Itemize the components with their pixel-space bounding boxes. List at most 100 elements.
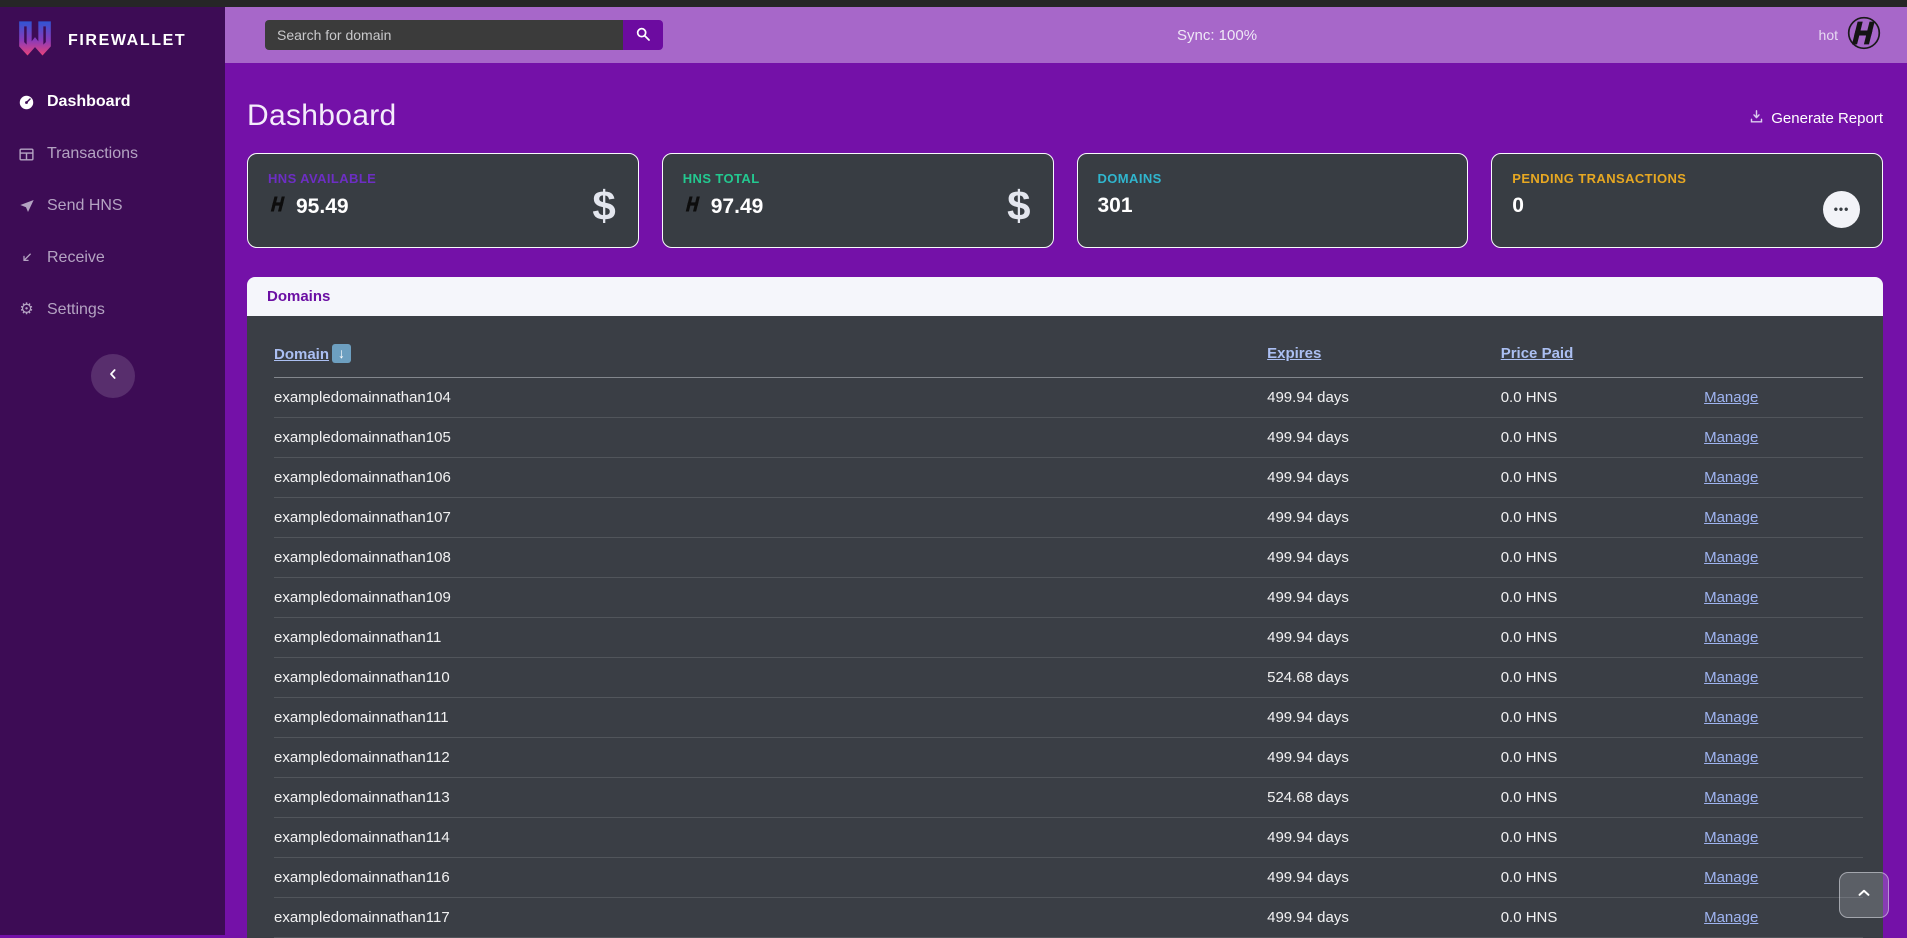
expires-cell: 499.94 days [1267,498,1501,538]
card-value: 0 [1512,194,1686,218]
page-head: Dashboard Generate Report [247,63,1883,133]
search-input[interactable] [265,20,623,50]
stat-cards: HNS AVAILABLE 95.49 $ [247,153,1883,248]
manage-link[interactable]: Manage [1704,789,1758,806]
topbar: Sync: 100% hot [225,7,1907,63]
table-icon [17,146,36,163]
manage-link[interactable]: Manage [1704,669,1758,686]
expires-cell: 499.94 days [1267,578,1501,618]
manage-link[interactable]: Manage [1704,829,1758,846]
table-row: exampledomainnathan104 499.94 days 0.0 H… [274,378,1863,418]
manage-link[interactable]: Manage [1704,589,1758,606]
table-row: exampledomainnathan107 499.94 days 0.0 H… [274,498,1863,538]
card-value-text: 301 [1098,194,1133,218]
card-hns-available: HNS AVAILABLE 95.49 $ [247,153,639,248]
domain-cell: exampledomainnathan116 [274,858,1267,898]
price-cell: 0.0 HNS [1501,778,1704,818]
card-domains: DOMAINS 301 [1077,153,1469,248]
window-top-strip [0,0,1907,7]
expires-cell: 499.94 days [1267,858,1501,898]
card-hns-total: HNS TOTAL 97.49 $ [662,153,1054,248]
scroll-to-top-button[interactable] [1839,872,1889,918]
gear-icon: ⚙ [17,302,36,318]
table-row: exampledomainnathan110 524.68 days 0.0 H… [274,658,1863,698]
generate-report-button[interactable]: Generate Report [1749,109,1883,133]
domain-cell: exampledomainnathan117 [274,898,1267,938]
expires-cell: 499.94 days [1267,458,1501,498]
sidebar-item-send-hns[interactable]: Send HNS [0,180,225,232]
dollar-icon: $ [1007,182,1030,230]
manage-link[interactable]: Manage [1704,469,1758,486]
ellipsis-icon[interactable]: ••• [1823,191,1860,228]
manage-link[interactable]: Manage [1704,509,1758,526]
price-cell: 0.0 HNS [1501,618,1704,658]
table-row: exampledomainnathan109 499.94 days 0.0 H… [274,578,1863,618]
manage-link[interactable]: Manage [1704,709,1758,726]
table-row: exampledomainnathan106 499.94 days 0.0 H… [274,458,1863,498]
price-cell: 0.0 HNS [1501,738,1704,778]
hns-logo-icon [268,194,288,220]
expires-cell: 524.68 days [1267,658,1501,698]
brand-name: FIREWALLET [68,32,186,50]
price-cell: 0.0 HNS [1501,538,1704,578]
price-cell: 0.0 HNS [1501,818,1704,858]
tachometer-icon [17,94,36,111]
receive-arrow-icon [17,251,36,266]
manage-link[interactable]: Manage [1704,629,1758,646]
domains-panel-title: Domains [247,277,1883,316]
expires-cell: 499.94 days [1267,898,1501,938]
domains-panel: Domains Domain↓ Expires Price Paid [247,277,1883,938]
manage-link[interactable]: Manage [1704,389,1758,406]
expires-cell: 499.94 days [1267,378,1501,418]
card-pending-transactions: PENDING TRANSACTIONS 0 ••• [1491,153,1883,248]
domain-cell: exampledomainnathan11 [274,618,1267,658]
expires-cell: 499.94 days [1267,698,1501,738]
domain-cell: exampledomainnathan111 [274,698,1267,738]
domain-cell: exampledomainnathan106 [274,458,1267,498]
manage-link[interactable]: Manage [1704,549,1758,566]
domain-cell: exampledomainnathan105 [274,418,1267,458]
price-cell: 0.0 HNS [1501,378,1704,418]
price-cell: 0.0 HNS [1501,578,1704,618]
table-row: exampledomainnathan113 524.68 days 0.0 H… [274,778,1863,818]
domains-table-body: exampledomainnathan104 499.94 days 0.0 H… [274,378,1863,938]
manage-link[interactable]: Manage [1704,909,1758,926]
search-button[interactable] [623,20,663,50]
manage-link[interactable]: Manage [1704,869,1758,886]
column-header-price-paid[interactable]: Price Paid [1501,345,1574,362]
card-value: 301 [1098,194,1162,218]
brand: FIREWALLET [0,7,225,70]
main-content: Dashboard Generate Report HNS AVAILABLE [225,63,1907,938]
sidebar-item-label: Receive [47,249,105,267]
card-value: 97.49 [683,194,764,220]
manage-link[interactable]: Manage [1704,429,1758,446]
card-value-text: 0 [1512,194,1524,218]
price-cell: 0.0 HNS [1501,858,1704,898]
card-title: PENDING TRANSACTIONS [1512,171,1686,186]
wallet-selector[interactable]: hot [1819,16,1907,55]
expires-cell: 499.94 days [1267,618,1501,658]
hns-logo-icon [683,194,703,220]
domain-cell: exampledomainnathan107 [274,498,1267,538]
price-cell: 0.0 HNS [1501,498,1704,538]
card-value-text: 97.49 [711,195,764,219]
generate-report-label: Generate Report [1771,110,1883,127]
sidebar: FIREWALLET Dashboard Transactions [0,7,225,935]
sidebar-item-receive[interactable]: Receive [0,232,225,284]
sidebar-item-label: Send HNS [47,197,123,215]
price-cell: 0.0 HNS [1501,898,1704,938]
expires-cell: 499.94 days [1267,738,1501,778]
page-title: Dashboard [247,99,396,133]
column-header-domain[interactable]: Domain [274,346,329,363]
column-header-expires[interactable]: Expires [1267,345,1321,362]
sidebar-item-settings[interactable]: ⚙ Settings [0,284,225,336]
sidebar-item-label: Dashboard [47,93,131,111]
price-cell: 0.0 HNS [1501,658,1704,698]
sidebar-item-dashboard[interactable]: Dashboard [0,76,225,128]
sidebar-collapse-button[interactable] [91,354,135,398]
manage-link[interactable]: Manage [1704,749,1758,766]
domain-cell: exampledomainnathan110 [274,658,1267,698]
card-title: DOMAINS [1098,171,1162,186]
domain-cell: exampledomainnathan109 [274,578,1267,618]
sidebar-item-transactions[interactable]: Transactions [0,128,225,180]
